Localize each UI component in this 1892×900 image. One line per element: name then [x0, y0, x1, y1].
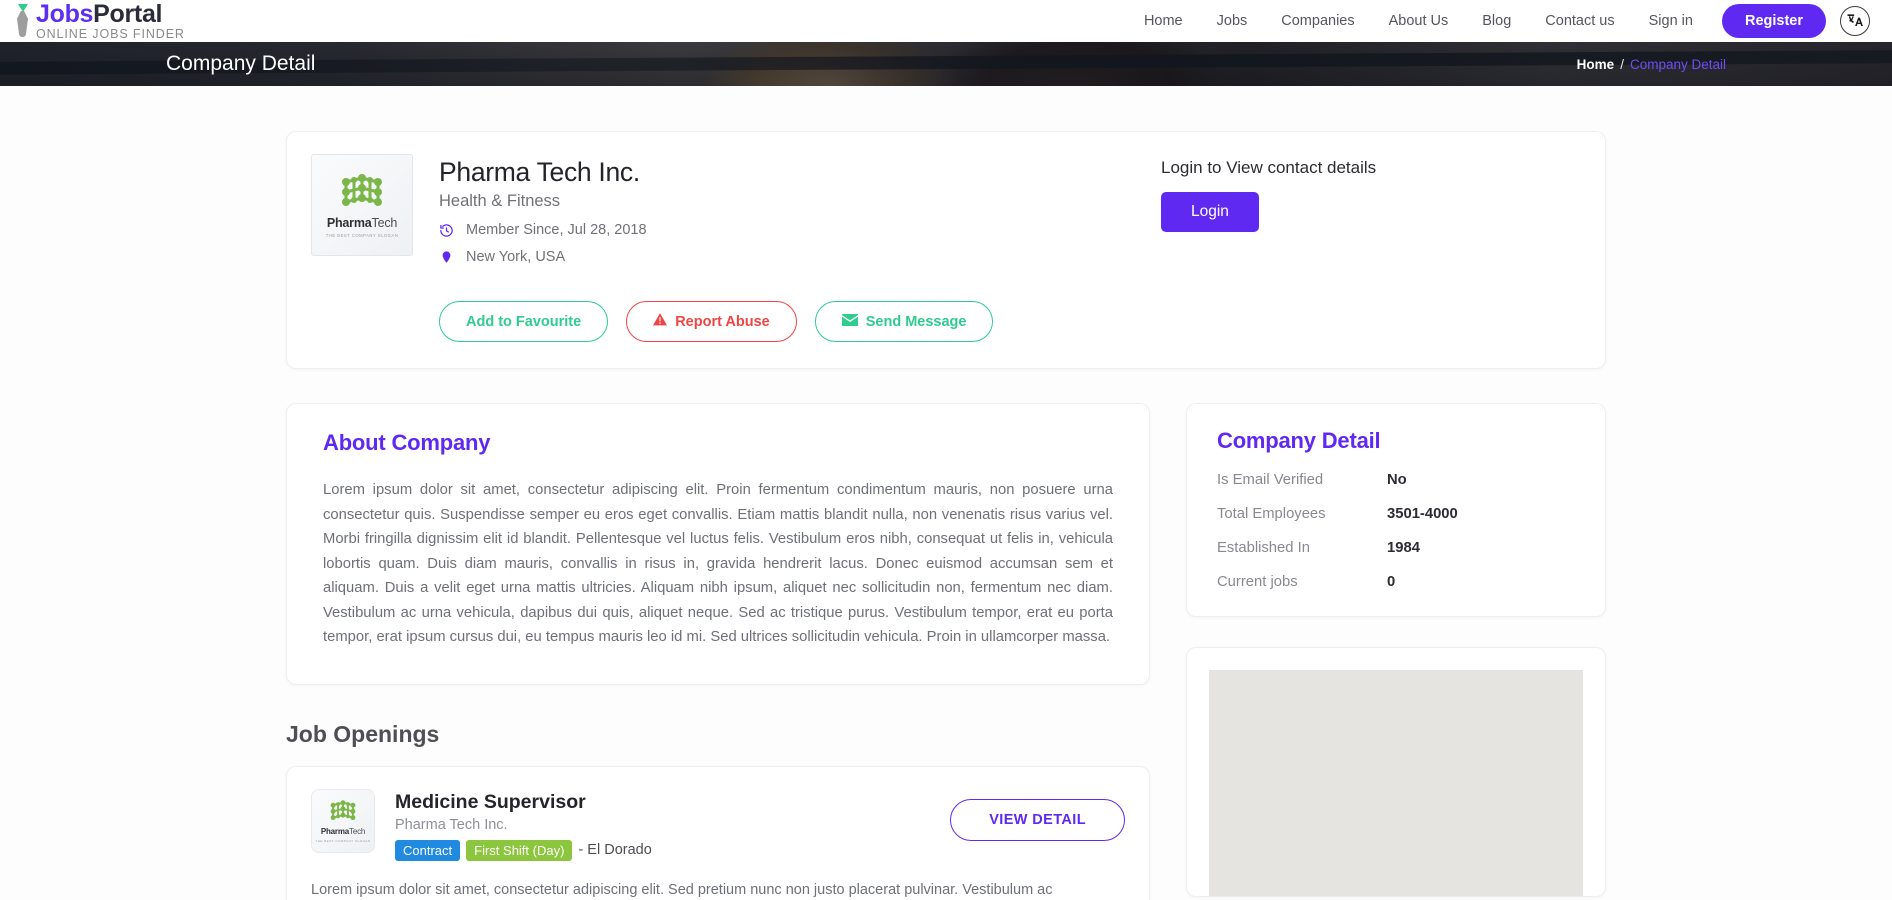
about-company-text: Lorem ipsum dolor sit amet, consectetur …: [323, 478, 1113, 650]
detail-label: Is Email Verified: [1217, 472, 1387, 488]
detail-value: 0: [1387, 574, 1395, 590]
logo-text-secondary: Portal: [93, 0, 162, 28]
nav-item-companies[interactable]: Companies: [1264, 7, 1371, 35]
send-message-label: Send Message: [866, 314, 967, 330]
company-logo: PharmaTech THE BEST COMPANY SLOGAN: [311, 154, 413, 256]
detail-label: Established In: [1217, 540, 1387, 556]
add-to-favourite-label: Add to Favourite: [466, 314, 581, 330]
detail-row-email-verified: Is Email Verified No: [1217, 472, 1575, 488]
nav-item-jobs[interactable]: Jobs: [1200, 7, 1265, 35]
breadcrumb: Home / Company Detail: [1577, 57, 1726, 72]
company-action-buttons: Add to Favourite Report Abuse: [439, 301, 993, 342]
company-detail-card: Company Detail Is Email Verified No Tota…: [1186, 403, 1606, 617]
job-shift-badge: First Shift (Day): [466, 840, 572, 861]
job-company-name: Pharma Tech Inc.: [395, 817, 950, 833]
molecule-icon: [334, 172, 390, 214]
company-name: Pharma Tech Inc.: [439, 157, 993, 188]
report-abuse-button[interactable]: Report Abuse: [626, 301, 797, 342]
top-navbar: JobsPortal ONLINE JOBS FINDER Home Jobs …: [0, 0, 1892, 42]
job-company-logo: PharmaTech THE BEST COMPANY SLOGAN: [311, 789, 375, 853]
job-openings-heading: Job Openings: [286, 721, 1150, 748]
logo-text-primary: Jobs: [36, 0, 93, 28]
report-abuse-label: Report Abuse: [675, 314, 770, 330]
detail-row-total-employees: Total Employees 3501-4000: [1217, 506, 1575, 522]
nav-item-about-us[interactable]: About Us: [1372, 7, 1466, 35]
page-body: PharmaTech THE BEST COMPANY SLOGAN Pharm…: [0, 86, 1892, 900]
logo-tagline: ONLINE JOBS FINDER: [36, 28, 185, 41]
nav-item-blog[interactable]: Blog: [1465, 7, 1528, 35]
breadcrumb-separator: /: [1620, 57, 1624, 72]
nav-item-contact-us[interactable]: Contact us: [1528, 7, 1631, 35]
map-pin-icon: [439, 249, 454, 265]
sidebar-placeholder-card: [1186, 647, 1606, 897]
detail-value: 1984: [1387, 540, 1420, 556]
detail-value: 3501-4000: [1387, 506, 1458, 522]
page-title: Company Detail: [166, 52, 315, 76]
job-title[interactable]: Medicine Supervisor: [395, 791, 950, 814]
view-detail-button[interactable]: VIEW DETAIL: [950, 799, 1125, 841]
company-detail-heading: Company Detail: [1217, 428, 1575, 454]
company-profile-card: PharmaTech THE BEST COMPANY SLOGAN Pharm…: [286, 131, 1606, 369]
detail-label: Current jobs: [1217, 574, 1387, 590]
page-banner: Company Detail Home / Company Detail: [0, 42, 1892, 86]
warning-triangle-icon: [653, 313, 667, 330]
company-category: Health & Fitness: [439, 192, 993, 211]
detail-row-current-jobs: Current jobs 0: [1217, 574, 1575, 590]
detail-label: Total Employees: [1217, 506, 1387, 522]
tie-icon: [14, 3, 32, 39]
job-logo-name-bold: Pharma: [321, 827, 349, 836]
placeholder-image: [1209, 670, 1583, 896]
about-company-card: About Company Lorem ipsum dolor sit amet…: [286, 403, 1150, 685]
envelope-icon: [842, 314, 858, 330]
contact-login-panel: Login to View contact details Login: [1161, 154, 1581, 342]
job-location: - El Dorado: [578, 842, 651, 858]
member-since-row: Member Since, Jul 28, 2018: [439, 222, 993, 238]
breadcrumb-home[interactable]: Home: [1577, 57, 1615, 72]
login-panel-title: Login to View contact details: [1161, 158, 1581, 178]
company-logo-slogan: THE BEST COMPANY SLOGAN: [326, 233, 398, 238]
history-clock-icon: [439, 223, 454, 238]
register-button[interactable]: Register: [1722, 4, 1826, 38]
member-since-text: Member Since, Jul 28, 2018: [466, 222, 647, 238]
company-logo-name-light: Tech: [372, 216, 398, 230]
nav-item-home[interactable]: Home: [1127, 7, 1200, 35]
nav-item-sign-in[interactable]: Sign in: [1632, 7, 1710, 35]
job-logo-slogan: THE BEST COMPANY SLOGAN: [315, 839, 370, 843]
login-button[interactable]: Login: [1161, 192, 1259, 232]
primary-nav: Home Jobs Companies About Us Blog Contac…: [1127, 4, 1870, 38]
breadcrumb-current: Company Detail: [1630, 57, 1726, 72]
translate-icon[interactable]: [1840, 6, 1870, 36]
detail-row-established-in: Established In 1984: [1217, 540, 1575, 556]
location-row: New York, USA: [439, 249, 993, 265]
job-card[interactable]: PharmaTech THE BEST COMPANY SLOGAN Medic…: [286, 766, 1150, 900]
job-type-badge: Contract: [395, 840, 460, 861]
molecule-icon: [325, 799, 361, 825]
detail-value: No: [1387, 472, 1407, 488]
job-description: Lorem ipsum dolor sit amet, consectetur …: [311, 879, 1125, 900]
company-logo-name-bold: Pharma: [327, 216, 372, 230]
send-message-button[interactable]: Send Message: [815, 301, 994, 342]
site-logo[interactable]: JobsPortal ONLINE JOBS FINDER: [14, 2, 185, 41]
add-to-favourite-button[interactable]: Add to Favourite: [439, 301, 608, 342]
location-text: New York, USA: [466, 249, 565, 265]
about-company-heading: About Company: [323, 430, 1113, 456]
job-logo-name-light: Tech: [349, 827, 365, 836]
